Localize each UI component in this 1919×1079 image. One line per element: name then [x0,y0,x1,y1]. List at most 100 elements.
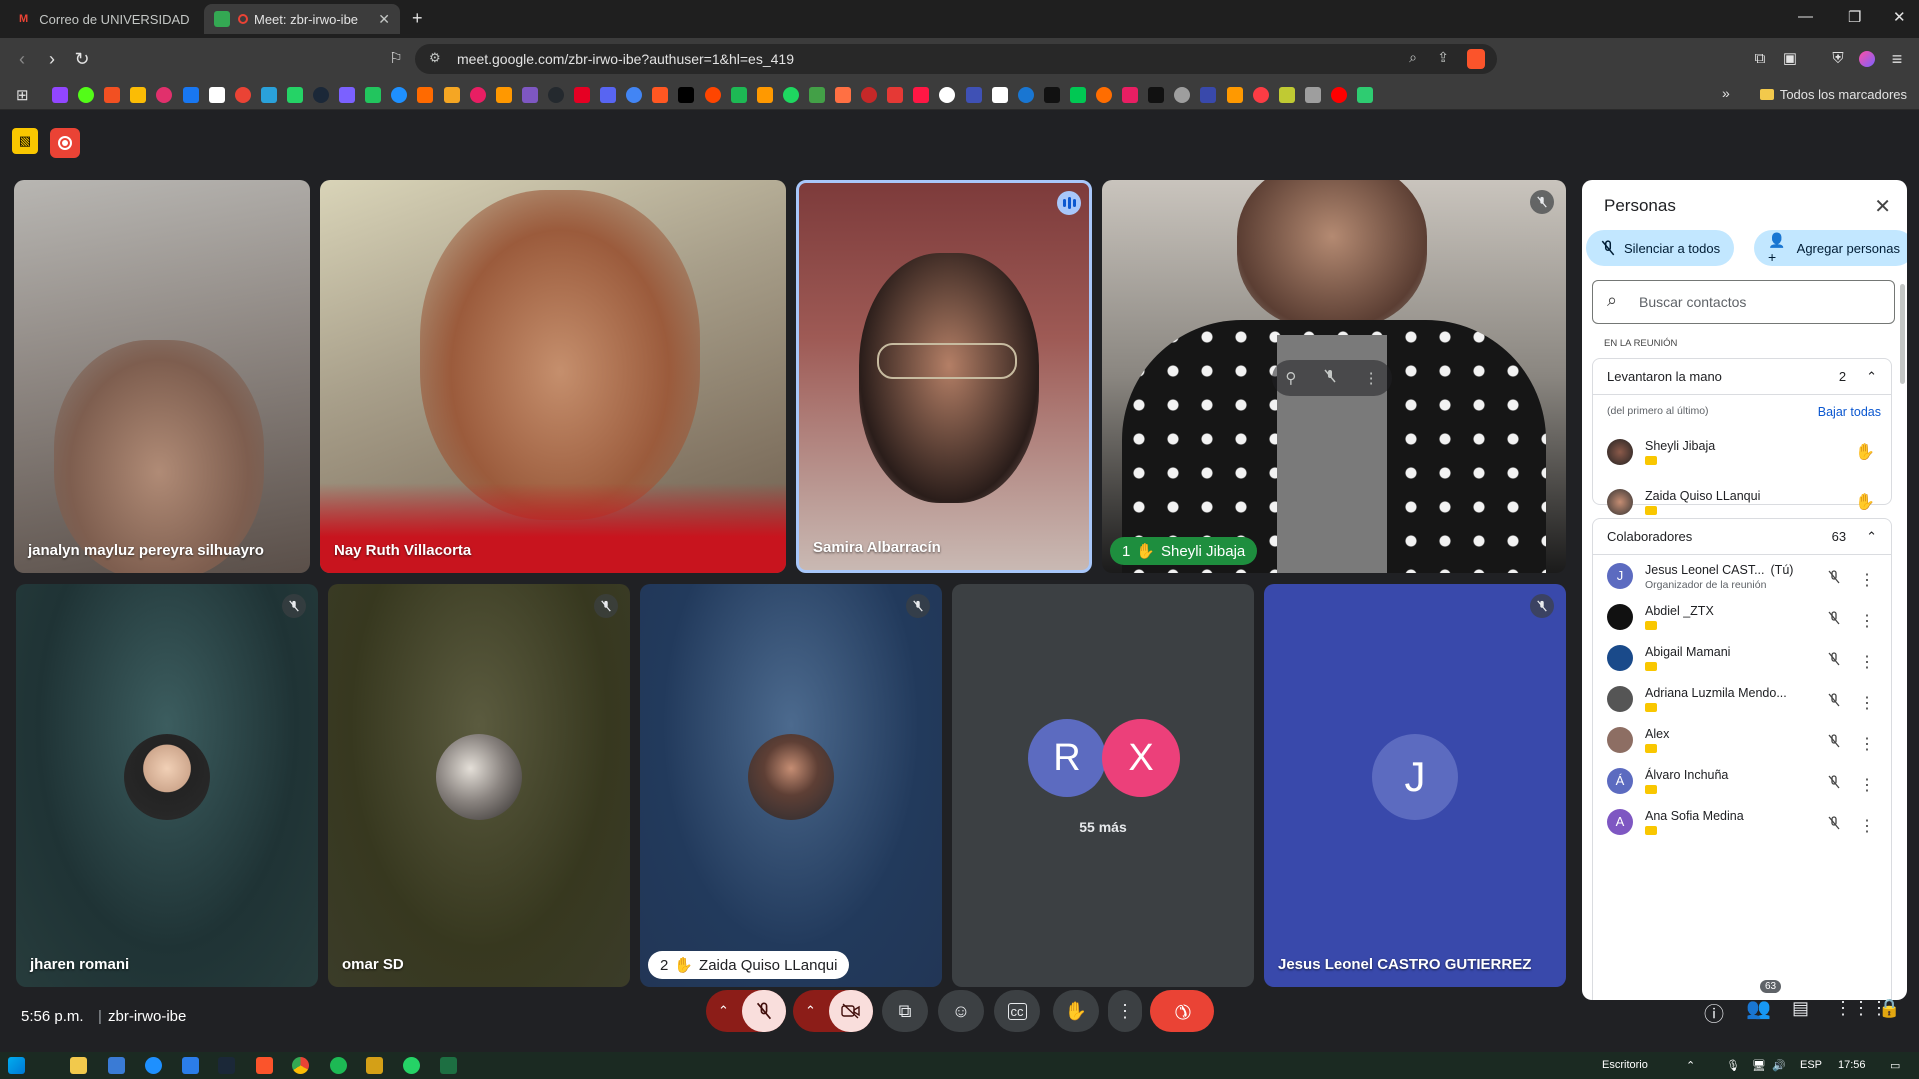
leave-call-button[interactable]: ✆ [1150,990,1214,1032]
store-icon[interactable] [108,1057,125,1074]
bookmark-favicon-icon[interactable] [495,87,512,103]
file-explorer-icon[interactable] [70,1057,87,1074]
close-panel-icon[interactable]: ✕ [1874,194,1891,219]
mic-off-icon[interactable] [1827,693,1841,712]
bookmark-favicon-icon[interactable] [1069,87,1086,103]
more-options-icon[interactable]: ⋮ [1859,734,1875,754]
all-bookmarks[interactable]: Todos los marcadores [1759,87,1907,102]
minimize-icon[interactable]: — [1798,8,1813,25]
mic-options-icon[interactable]: ⌃ [718,1003,729,1019]
host-controls-icon[interactable]: ▧ [12,128,38,154]
bookmark-favicon-icon[interactable] [339,87,356,103]
bookmark-favicon-icon[interactable] [1148,87,1165,103]
participant-tile-sheyli[interactable]: ⚲ ⋮ 1 ✋ Sheyli Jibaja [1102,180,1566,573]
mic-off-icon[interactable] [1827,652,1841,671]
more-options-icon[interactable]: ⋮ [1859,652,1875,672]
bookmark-favicon-icon[interactable] [835,87,851,103]
sidebar-icon[interactable]: ▣ [1778,47,1802,71]
collaborators-header[interactable]: Colaboradores 63 ⌃ [1593,519,1891,555]
forward-icon[interactable]: › [40,47,64,71]
bookmark-favicon-icon[interactable] [991,87,1008,103]
excel-icon[interactable] [440,1057,457,1074]
bookmark-favicon-icon[interactable] [78,87,95,103]
participant-tile-jesus[interactable]: J Jesus Leonel CASTRO GUTIERREZ [1264,584,1566,987]
apps-grid-icon[interactable]: ⊞ [16,86,29,104]
bookmark-favicon-icon[interactable] [1096,87,1112,103]
raised-hands-header[interactable]: Levantaron la mano 2 ⌃ [1593,359,1891,395]
bookmark-favicon-icon[interactable] [574,87,590,103]
site-info-icon[interactable]: ⚙ [429,50,441,66]
raised-hand-icon[interactable]: ✋ [1855,492,1875,512]
reactions-button[interactable]: ☺ [938,990,984,1032]
notifications-icon[interactable]: ▭ [1890,1059,1900,1072]
more-bookmarks-icon[interactable]: » [1722,85,1730,101]
chrome-icon[interactable] [292,1057,309,1074]
bookmark-favicon-icon[interactable] [391,87,408,103]
bookmark-favicon-icon[interactable] [652,87,669,103]
mic-toggle-button[interactable] [742,990,786,1032]
vscode-icon[interactable] [182,1057,199,1074]
bookmark-favicon-icon[interactable] [234,87,251,103]
bookmark-favicon-icon[interactable] [965,87,982,103]
bookmark-icon[interactable]: ⚐ [384,47,408,71]
bookmark-favicon-icon[interactable] [365,87,382,103]
reload-icon[interactable]: ↻ [70,47,94,71]
bookmark-favicon-icon[interactable] [939,87,956,103]
bookmark-favicon-icon[interactable] [313,87,329,103]
bookmark-favicon-icon[interactable] [861,87,878,103]
bookmark-favicon-icon[interactable] [104,87,121,103]
mute-participant-icon[interactable] [1323,369,1337,387]
desktop-label[interactable]: Escritorio [1602,1059,1648,1071]
mic-off-icon[interactable] [1827,611,1841,630]
app-icon[interactable] [366,1057,383,1074]
language-indicator[interactable]: ESP [1800,1059,1822,1071]
brave-icon[interactable] [256,1057,273,1074]
add-people-button[interactable]: 👤+ Agregar personas [1754,230,1907,266]
bookmark-favicon-icon[interactable] [808,87,825,103]
mic-off-icon[interactable] [1827,570,1841,589]
mute-all-button[interactable]: Silenciar a todos [1586,230,1735,266]
lower-all-button[interactable]: Bajar todas [1818,405,1881,419]
bookmark-favicon-icon[interactable] [182,87,199,103]
close-tab-icon[interactable]: ✕ [378,11,390,28]
search-contacts-input[interactable]: ⌕ Buscar contactos [1592,280,1895,324]
more-options-icon[interactable]: ⋮ [1859,775,1875,795]
participant-tile-jharen[interactable]: jharen romani [16,584,318,987]
bookmark-favicon-icon[interactable] [1200,87,1217,103]
bookmark-favicon-icon[interactable] [1017,87,1034,103]
camera-options-icon[interactable]: ⌃ [805,1003,816,1019]
bookmark-favicon-icon[interactable] [1122,87,1139,103]
bookmark-favicon-icon[interactable] [1043,87,1060,103]
more-options-icon[interactable]: ⋮ [1859,570,1875,590]
more-participants-tile[interactable]: R X 55 más [952,584,1254,987]
bookmark-favicon-icon[interactable] [913,87,930,103]
steam-icon[interactable] [218,1057,235,1074]
mic-off-icon[interactable] [1827,734,1841,753]
bookmark-favicon-icon[interactable] [443,87,460,103]
new-tab-icon[interactable]: + [412,8,423,29]
chat-icon[interactable]: ▤ [1792,998,1809,1019]
network-icon[interactable]: 🖥 [1752,1059,1766,1072]
host-controls-lock-icon[interactable]: 🔒 [1878,998,1900,1019]
more-options-icon[interactable]: ⋮ [1364,369,1379,387]
participant-tile-janalyn[interactable]: janalyn mayluz pereyra silhuayro [14,180,310,573]
restore-icon[interactable]: ❐ [1848,8,1861,26]
share-icon[interactable]: ⇪ [1437,49,1449,66]
raise-hand-button[interactable]: ✋ [1053,990,1099,1032]
mic-off-icon[interactable] [1827,816,1841,835]
close-window-icon[interactable]: ✕ [1893,8,1906,26]
address-bar[interactable]: ⚙ meet.google.com/zbr-irwo-ibe?authuser=… [415,44,1497,74]
bookmark-favicon-icon[interactable] [782,87,799,103]
bookmark-favicon-icon[interactable] [1226,87,1243,103]
bookmark-favicon-icon[interactable] [52,87,68,103]
volume-icon[interactable]: 🔊 [1772,1059,1786,1072]
participant-tile-omar[interactable]: omar SD [328,584,630,987]
tab-meet[interactable]: Meet: zbr-irwo-ibe ✕ [204,4,400,34]
bookmark-favicon-icon[interactable] [417,87,434,103]
bookmark-favicon-icon[interactable] [756,87,773,103]
bookmark-favicon-icon[interactable] [1357,87,1373,103]
bookmark-favicon-icon[interactable] [469,87,486,103]
bookmark-favicon-icon[interactable] [521,87,538,103]
bookmark-favicon-icon[interactable] [156,87,173,103]
bookmark-favicon-icon[interactable] [130,87,147,103]
